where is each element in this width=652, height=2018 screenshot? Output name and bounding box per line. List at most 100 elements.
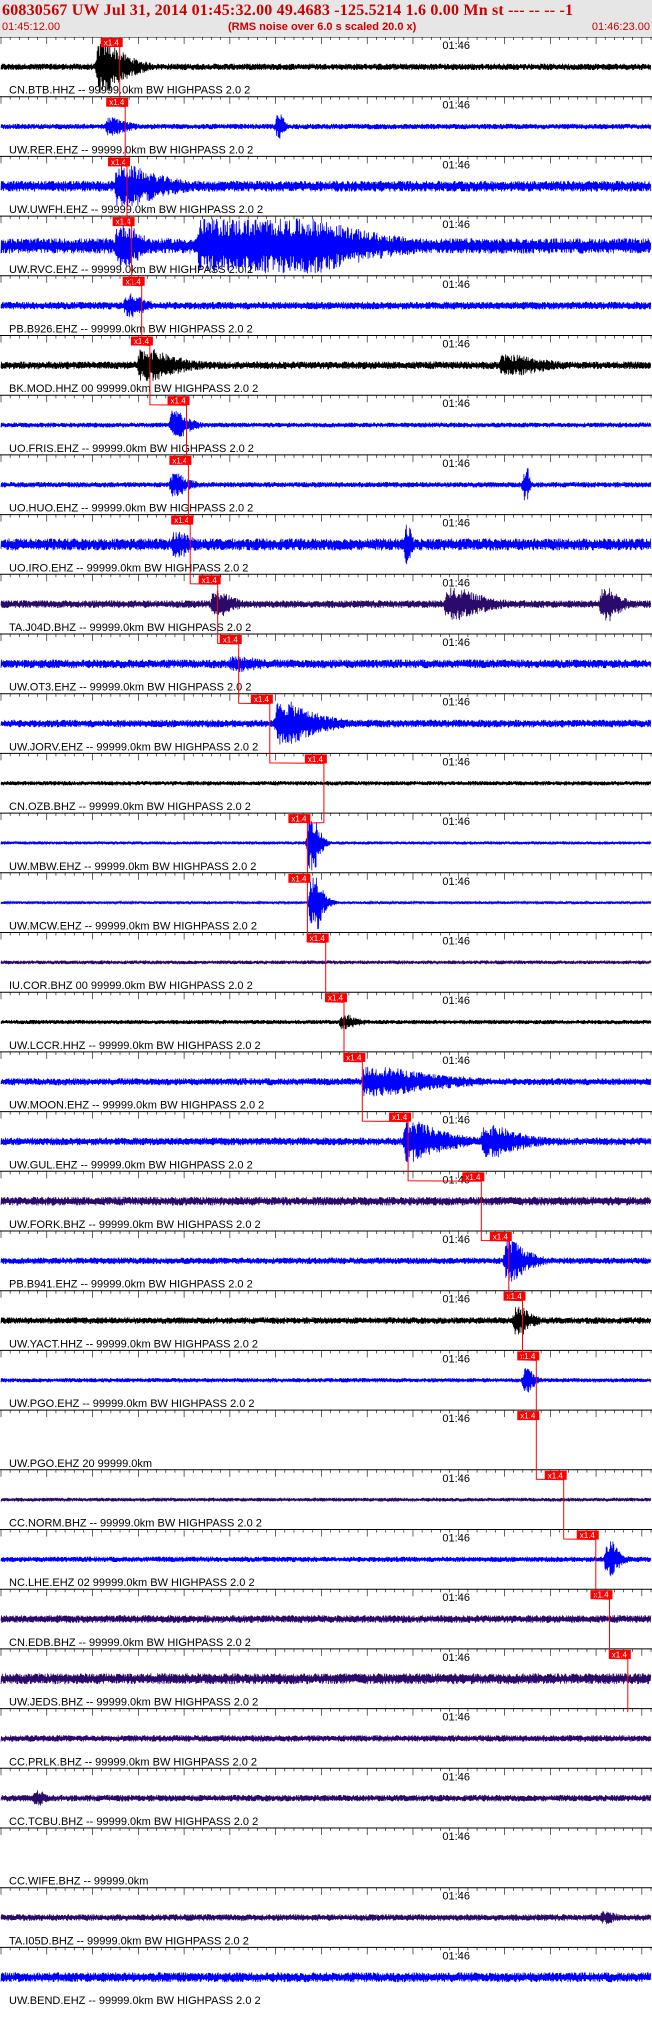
station-label: UW.BEND.EHZ -- 99999.0km BW HIGHPASS 2.0… bbox=[9, 1995, 261, 2007]
station-label: CC.WIFE.BHZ -- 99999.0km bbox=[9, 1876, 148, 1888]
station-label: UW.MOON.EHZ -- 99999.0km BW HIGHPASS 2.0… bbox=[9, 1100, 264, 1112]
time-marker-label: 01:46 bbox=[442, 1473, 470, 1485]
station-label: UW.RER.EHZ -- 99999.0km BW HIGHPASS 2.0 … bbox=[9, 144, 253, 156]
station-label: TA.I05D.BHZ -- 99999.0km BW HIGHPASS 2.0… bbox=[9, 1935, 249, 1947]
time-marker-label: 01:46 bbox=[442, 1055, 470, 1067]
time-marker-label: 01:46 bbox=[442, 1413, 470, 1425]
waveform-trace bbox=[0, 1196, 652, 1206]
station-label: UO.HUO.EHZ -- 99999.0km BW HIGHPASS 2.0 … bbox=[9, 503, 253, 515]
waveform-trace bbox=[0, 293, 652, 318]
station-label: UO.FRIS.EHZ -- 99999.0km BW HIGHPASS 2.0… bbox=[9, 443, 254, 455]
start-time: 01:45:12.00 bbox=[2, 21, 61, 33]
event-title: 60830567 UW Jul 31, 2014 01:45:32.00 49.… bbox=[2, 2, 574, 19]
time-marker-label: 01:46 bbox=[442, 398, 470, 410]
arrival-line bbox=[119, 47, 629, 1713]
station-label: UW.MCW.EHZ -- 99999.0km BW HIGHPASS 2.0 … bbox=[9, 921, 257, 933]
pick-label: x1.4 bbox=[580, 1531, 596, 1540]
waveform-trace bbox=[0, 1121, 652, 1163]
time-marker-label: 01:46 bbox=[442, 1652, 470, 1664]
time-marker-label: 01:46 bbox=[442, 1234, 470, 1246]
time-marker-label: 01:46 bbox=[442, 40, 470, 52]
pick-label: x1.4 bbox=[291, 815, 307, 824]
pick-label: x1.4 bbox=[520, 1412, 536, 1421]
time-marker-label: 01:46 bbox=[442, 756, 470, 768]
waveform-trace bbox=[0, 1911, 652, 1925]
time-marker-label: 01:46 bbox=[442, 1533, 470, 1545]
waveform-trace bbox=[0, 114, 652, 139]
station-label: CC.NORM.BHZ -- 99999.0km BW HIGHPASS 2.0… bbox=[9, 1518, 262, 1530]
station-label: UW.PGO.EHZ -- 99999.0km BW HIGHPASS 2.0 … bbox=[9, 1398, 255, 1410]
pick-label: x1.4 bbox=[111, 158, 127, 167]
pick-label: x1.4 bbox=[548, 1471, 564, 1480]
waveform-trace bbox=[0, 1735, 652, 1742]
time-marker-label: 01:46 bbox=[442, 1831, 470, 1843]
station-label: UW.MBW.EHZ -- 99999.0km BW HIGHPASS 2.0 … bbox=[9, 861, 256, 873]
waveform-trace bbox=[0, 1497, 652, 1502]
time-marker-label: 01:46 bbox=[442, 577, 470, 589]
pick-label: x1.4 bbox=[174, 516, 190, 525]
pick-label: x1.4 bbox=[392, 1113, 408, 1122]
station-label: IU.COR.BHZ 00 99999.0km BW HIGHPASS 2.0 … bbox=[9, 980, 253, 992]
station-label: UO.IRO.EHZ -- 99999.0km BW HIGHPASS 2.0 … bbox=[9, 562, 248, 574]
end-time: 01:46:23.00 bbox=[591, 21, 650, 33]
waveform-trace bbox=[0, 1306, 652, 1335]
waveform-trace bbox=[0, 524, 652, 565]
pick-label: x1.4 bbox=[202, 576, 218, 585]
time-marker-label: 01:46 bbox=[442, 219, 470, 231]
station-label: CC.TCBU.BHZ -- 99999.0km BW HIGHPASS 2.0… bbox=[9, 1816, 258, 1828]
pick-label: x1.4 bbox=[291, 874, 307, 883]
waveform-trace bbox=[0, 655, 652, 673]
time-marker-label: 01:46 bbox=[442, 458, 470, 470]
time-marker-label: 01:46 bbox=[442, 637, 470, 649]
time-marker-label: 01:46 bbox=[442, 1353, 470, 1365]
station-label: UW.GUL.EHZ -- 99999.0km BW HIGHPASS 2.0 … bbox=[9, 1159, 253, 1171]
time-marker-label: 01:46 bbox=[442, 1712, 470, 1724]
pick-label: x1.4 bbox=[104, 39, 120, 48]
time-marker-label: 01:46 bbox=[442, 100, 470, 112]
waveform-trace bbox=[0, 1368, 652, 1393]
waveform-trace bbox=[0, 587, 652, 622]
scaling-note: (RMS noise over 6.0 s scaled 20.0 x) bbox=[228, 21, 417, 33]
time-marker-label: 01:46 bbox=[442, 1115, 470, 1127]
waveform-trace bbox=[0, 410, 652, 437]
pick-label: x1.4 bbox=[116, 218, 132, 227]
waveform-trace bbox=[0, 781, 652, 786]
time-marker-label: 01:46 bbox=[442, 936, 470, 948]
waveform-trace bbox=[0, 1541, 652, 1577]
seismogram-plot: 01:46 CN.BTB.HHZ -- 99999.0km BW HIGHPASS… bbox=[0, 37, 652, 2007]
time-marker-label: 01:46 bbox=[442, 339, 470, 351]
pick-label: x1.4 bbox=[465, 1173, 481, 1182]
time-marker-label: 01:46 bbox=[442, 279, 470, 291]
station-label: UW.PGO.EHZ 20 99999.0km bbox=[9, 1458, 152, 1470]
pick-label: x1.4 bbox=[109, 98, 125, 107]
time-marker-label: 01:46 bbox=[442, 876, 470, 888]
waveform-trace bbox=[0, 1014, 652, 1030]
waveform-trace bbox=[0, 165, 652, 207]
station-label: UW.LCCR.HHZ -- 99999.0km BW HIGHPASS 2.0… bbox=[9, 1040, 261, 1052]
pick-label: x1.4 bbox=[223, 636, 239, 645]
station-label: CN.EDB.BHZ -- 99999.0km BW HIGHPASS 2.0 … bbox=[9, 1637, 251, 1649]
time-marker-label: 01:46 bbox=[442, 995, 470, 1007]
station-label: BK.MOD.HHZ 00 99999.0km BW HIGHPASS 2.0 … bbox=[9, 383, 258, 395]
station-label: UW.UWFH.EHZ -- 99999.0km BW HIGHPASS 2.0… bbox=[9, 204, 263, 216]
waveform-trace bbox=[0, 1790, 652, 1806]
station-label: CN.BTB.HHZ -- 99999.0km BW HIGHPASS 2.0 … bbox=[9, 85, 250, 97]
station-label: NC.LHE.EHZ 02 99999.0km BW HIGHPASS 2.0 … bbox=[9, 1577, 255, 1589]
station-label: PB.B941.EHZ -- 99999.0km BW HIGHPASS 2.0… bbox=[9, 1279, 253, 1291]
pick-label: x1.4 bbox=[254, 695, 270, 704]
waveform-trace bbox=[0, 1066, 652, 1097]
time-marker-label: 01:46 bbox=[442, 1891, 470, 1903]
time-marker-label: 01:46 bbox=[442, 518, 470, 530]
time-marker-label: 01:46 bbox=[442, 697, 470, 709]
station-label: UW.YACT.HHZ -- 99999.0km BW HIGHPASS 2.0… bbox=[9, 1338, 258, 1350]
station-label: PB.B926.EHZ -- 99999.0km BW HIGHPASS 2.0… bbox=[9, 324, 253, 336]
waveform-trace bbox=[0, 349, 652, 381]
station-label: UW.OT3.EHZ -- 99999.0km BW HIGHPASS 2.0 … bbox=[9, 682, 251, 694]
station-label: CC.PRLK.BHZ -- 99999.0km BW HIGHPASS 2.0… bbox=[9, 1756, 257, 1768]
station-label: TA.J04D.BHZ -- 99999.0km BW HIGHPASS 2.0… bbox=[9, 622, 251, 634]
time-marker-label: 01:46 bbox=[442, 159, 470, 171]
time-marker-label: 01:46 bbox=[442, 816, 470, 828]
pick-label: x1.4 bbox=[308, 755, 324, 764]
waveform-trace bbox=[0, 1972, 652, 1983]
waveform-trace bbox=[0, 1239, 652, 1282]
